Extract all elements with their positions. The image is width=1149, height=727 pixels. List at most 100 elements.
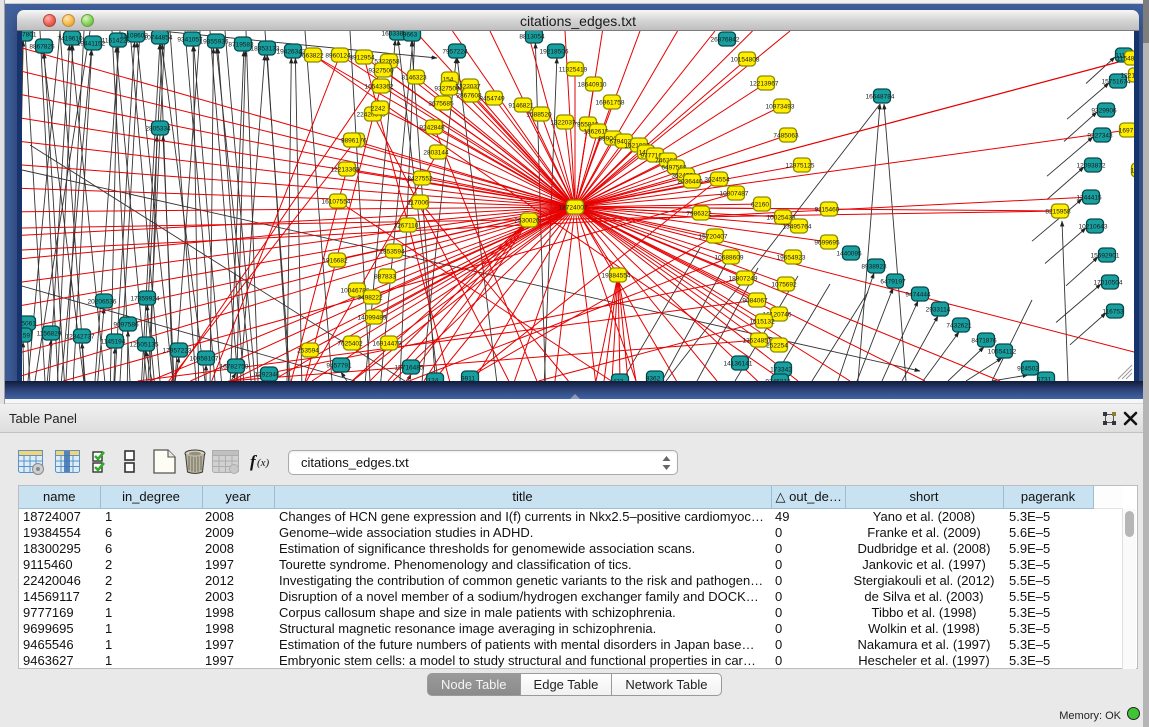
- svg-text:16782759: 16782759: [220, 364, 249, 371]
- svg-text:1145194: 1145194: [101, 339, 126, 346]
- svg-text:20206536: 20206536: [88, 299, 117, 306]
- svg-text:16914479: 16914479: [373, 341, 402, 348]
- svg-text:10973493: 10973493: [766, 104, 795, 111]
- svg-text:1588520: 1588520: [526, 112, 552, 119]
- svg-text:10654112: 10654112: [988, 349, 1017, 356]
- svg-text:8146323: 8146323: [401, 75, 427, 82]
- svg-text:1916682: 1916682: [322, 258, 348, 265]
- svg-text:10154808: 10154808: [731, 57, 760, 64]
- svg-text:7432621: 7432621: [946, 323, 972, 330]
- svg-text:9327500: 9327500: [368, 68, 394, 75]
- svg-text:10210643: 10210643: [1079, 224, 1108, 231]
- svg-text:7986322: 7986322: [686, 211, 712, 218]
- svg-text:8471876: 8471876: [971, 338, 997, 345]
- svg-text:9097586: 9097586: [113, 322, 139, 329]
- svg-text:2805334: 2805334: [145, 126, 171, 133]
- svg-text:12975125: 12975125: [786, 163, 815, 170]
- svg-text:3675685: 3675685: [428, 101, 454, 108]
- svg-text:8215958: 8215958: [1045, 209, 1071, 216]
- svg-text:9227343: 9227343: [1087, 133, 1113, 140]
- svg-text:3267110: 3267110: [394, 223, 419, 230]
- svg-text:16107554: 16107554: [322, 199, 351, 206]
- svg-text:12505135: 12505135: [130, 342, 159, 349]
- svg-text:15716485: 15716485: [395, 365, 424, 372]
- svg-text:11548408: 11548408: [1117, 56, 1134, 63]
- svg-text:8454749: 8454749: [479, 96, 505, 103]
- svg-text:1353594: 1353594: [379, 249, 405, 256]
- svg-text:9242848: 9242848: [419, 125, 445, 132]
- svg-text:19218506: 19218506: [540, 49, 569, 56]
- svg-text:2530020: 2530020: [514, 218, 540, 225]
- svg-text:17010504: 17010504: [1094, 280, 1123, 287]
- svg-text:17727801: 17727801: [22, 32, 37, 39]
- svg-text:18807249: 18807249: [729, 276, 758, 283]
- svg-text:16648784: 16648784: [866, 94, 895, 101]
- svg-text:9699695: 9699695: [814, 240, 840, 247]
- svg-text:19654923: 19654923: [777, 255, 806, 262]
- svg-text:98961: 98961: [341, 138, 359, 145]
- svg-text:15751674: 15751674: [1102, 79, 1131, 86]
- svg-text:19355936: 19355936: [200, 39, 229, 46]
- svg-text:14099489: 14099489: [358, 315, 387, 322]
- svg-text:7485063: 7485063: [773, 133, 799, 140]
- svg-text:18724007: 18724007: [559, 205, 588, 212]
- svg-text:117006: 117006: [407, 200, 429, 207]
- svg-text:17359924: 17359924: [131, 296, 160, 303]
- svg-text:3498222: 3498222: [357, 295, 383, 302]
- svg-text:(x): (x): [257, 457, 270, 469]
- svg-text:8427552: 8427552: [407, 176, 433, 183]
- svg-text:2867608: 2867608: [456, 93, 482, 100]
- svg-text:10807487: 10807487: [720, 191, 749, 198]
- svg-text:15692901: 15692901: [1091, 253, 1120, 260]
- svg-text:8960124: 8960124: [325, 53, 351, 60]
- svg-text:18353133: 18353133: [251, 46, 280, 53]
- svg-text:924502: 924502: [1017, 366, 1039, 373]
- svg-text:1440095: 1440095: [836, 251, 862, 258]
- svg-text:173342: 173342: [770, 367, 792, 374]
- svg-text:7663822: 7663822: [298, 53, 324, 60]
- svg-text:12213967: 12213967: [750, 81, 779, 88]
- svg-text:12342737: 12342737: [66, 334, 95, 341]
- svg-text:7625402: 7625402: [337, 341, 363, 348]
- svg-text:1156829: 1156829: [37, 331, 62, 338]
- svg-text:10688609: 10688609: [715, 255, 744, 262]
- svg-text:253594: 253594: [297, 348, 319, 355]
- svg-text:2242: 2242: [371, 106, 386, 113]
- svg-text:1322037: 1322037: [550, 120, 576, 127]
- svg-text:15720407: 15720407: [699, 234, 728, 241]
- svg-text:10958107: 10958107: [190, 356, 219, 363]
- svg-text:9457791: 9457791: [326, 363, 352, 370]
- svg-text:1297: 1297: [1131, 168, 1134, 175]
- svg-text:8938923: 8938923: [861, 264, 887, 271]
- svg-text:19384554: 19384554: [602, 273, 631, 280]
- svg-text:16961758: 16961758: [596, 100, 625, 107]
- svg-text:26876842: 26876842: [711, 37, 740, 44]
- svg-text:16543362: 16543362: [365, 84, 394, 91]
- svg-text:1075692: 1075692: [771, 282, 797, 289]
- svg-text:2933114: 2933114: [926, 307, 951, 314]
- svg-text:6479197: 6479197: [880, 279, 906, 286]
- svg-text:12213967: 12213967: [1121, 73, 1134, 80]
- svg-text:835061: 835061: [22, 321, 36, 328]
- svg-text:62160: 62160: [751, 202, 769, 209]
- svg-text:9084067: 9084067: [742, 298, 768, 305]
- svg-text:2803144: 2803144: [423, 150, 449, 157]
- svg-text:8867825: 8867825: [29, 44, 55, 51]
- svg-text:13495764: 13495764: [783, 224, 812, 231]
- svg-text:10744854: 10744854: [144, 35, 173, 42]
- svg-text:12213369: 12213369: [331, 167, 360, 174]
- svg-text:1244415: 1244415: [1076, 195, 1102, 202]
- svg-text:3624554: 3624554: [704, 177, 730, 184]
- svg-text:1697: 1697: [1119, 128, 1134, 135]
- svg-text:9115460: 9115460: [815, 207, 840, 214]
- svg-text:18640910: 18640910: [578, 82, 607, 89]
- svg-text:887833: 887833: [374, 274, 396, 281]
- svg-text:8912954: 8912954: [349, 55, 375, 62]
- svg-text:1615132: 1615132: [749, 319, 775, 326]
- svg-text:252254: 252254: [766, 343, 788, 350]
- svg-text:14136141: 14136141: [724, 361, 753, 368]
- svg-text:116753: 116753: [1102, 309, 1124, 316]
- svg-text:1292346: 1292346: [254, 372, 280, 379]
- svg-text:9329906: 9329906: [1091, 108, 1117, 115]
- svg-text:2036440: 2036440: [677, 179, 703, 186]
